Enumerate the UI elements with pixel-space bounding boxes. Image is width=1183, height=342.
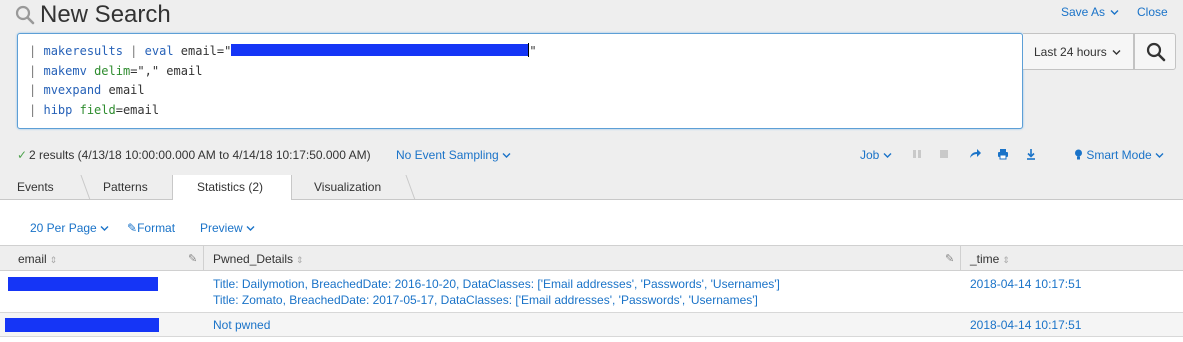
per-page-dropdown[interactable]: 20 Per Page xyxy=(30,221,109,235)
tab-divider xyxy=(80,175,91,200)
pipe-char: | xyxy=(29,102,37,117)
search-mode-label: Smart Mode xyxy=(1086,148,1152,162)
format-label: Format xyxy=(137,221,176,235)
print-icon[interactable] xyxy=(996,147,1010,161)
tab-divider xyxy=(405,175,416,200)
chevron-down-icon xyxy=(883,153,892,158)
lightbulb-icon xyxy=(1075,149,1082,160)
sort-icon: ⇕ xyxy=(1002,255,1010,265)
pipe-char: | xyxy=(29,83,37,97)
chevron-down-icon xyxy=(100,226,109,231)
share-icon[interactable] xyxy=(968,147,982,161)
event-sampling-dropdown[interactable]: No Event Sampling xyxy=(396,148,511,162)
export-icon[interactable] xyxy=(1024,147,1038,161)
column-label: email xyxy=(18,252,47,266)
pipe-char: | xyxy=(29,44,37,58)
job-menu[interactable]: Job xyxy=(860,148,892,162)
arg-delim: delim xyxy=(94,63,131,78)
magnifier-icon xyxy=(15,5,35,25)
pwned-details-value[interactable]: Title: Dailymotion, BreachedDate: 2016-1… xyxy=(213,277,780,291)
time-value[interactable]: 2018-04-14 10:17:51 xyxy=(970,277,1081,291)
close-button[interactable]: Close xyxy=(1137,5,1168,19)
redacted-email-cell[interactable] xyxy=(8,277,158,291)
command-hibp: hibp xyxy=(43,102,73,117)
pencil-icon[interactable]: ✎ xyxy=(945,252,954,265)
per-page-label: 20 Per Page xyxy=(30,221,97,235)
checkmark-icon: ✓ xyxy=(17,148,28,162)
pencil-icon: ✎ xyxy=(127,221,138,235)
results-summary: 2 results (4/13/18 10:00:00.000 AM to 4/… xyxy=(29,148,371,162)
arg-field: field xyxy=(79,102,116,117)
tab-statistics[interactable]: Statistics (2) xyxy=(197,175,263,200)
column-header-pwned-details[interactable]: Pwned_Details ⇕ xyxy=(204,246,961,272)
command-eval: eval xyxy=(144,44,174,58)
column-header-time[interactable]: _time ⇕ xyxy=(961,246,1183,272)
preview-dropdown[interactable]: Preview xyxy=(200,221,255,235)
job-label: Job xyxy=(860,148,880,162)
table-header: email ⇕ ✎ Pwned_Details ⇕ ✎ _time ⇕ xyxy=(0,245,1183,272)
time-range-label: Last 24 hours xyxy=(1034,45,1107,59)
redacted-email xyxy=(231,44,529,56)
redacted-email-cell[interactable] xyxy=(5,318,159,332)
result-tabs: Events Patterns Statistics (2) Visualiza… xyxy=(0,175,1183,201)
pause-icon[interactable] xyxy=(910,147,924,161)
title-bar: New Search Save As Close xyxy=(0,0,1183,30)
search-submit-button[interactable] xyxy=(1134,33,1176,70)
sort-icon: ⇕ xyxy=(296,255,304,265)
eval-close-quote: " xyxy=(529,44,537,58)
time-value[interactable]: 2018-04-14 10:17:51 xyxy=(970,318,1081,332)
save-as-button[interactable]: Save As xyxy=(1061,5,1119,19)
column-label: _time xyxy=(970,252,1000,266)
query-text[interactable]: | makeresults | eval email=" " | makemv d… xyxy=(29,42,537,120)
table-row: Title: Dailymotion, BreachedDate: 2016-1… xyxy=(0,271,1183,313)
search-icon xyxy=(1146,42,1166,62)
pwned-details-value[interactable]: Not pwned xyxy=(213,318,270,332)
chevron-down-icon xyxy=(246,226,255,231)
page-title: New Search xyxy=(40,1,171,28)
event-sampling-label: No Event Sampling xyxy=(396,148,499,162)
tab-patterns[interactable]: Patterns xyxy=(103,175,148,200)
column-header-email[interactable]: email ⇕ xyxy=(0,246,204,272)
pencil-icon[interactable]: ✎ xyxy=(188,252,197,265)
eval-args: email=" xyxy=(173,44,232,58)
stop-icon[interactable] xyxy=(937,147,951,161)
chevron-down-icon xyxy=(1155,153,1164,158)
format-button[interactable]: ✎Format xyxy=(127,221,175,235)
pipe-separator: | xyxy=(122,44,145,58)
time-range-picker[interactable]: Last 24 hours xyxy=(1023,33,1134,70)
table-row: Not pwned 2018-04-14 10:17:51 xyxy=(0,313,1183,337)
chevron-down-icon xyxy=(1110,10,1119,15)
makemv-rest: ="," email xyxy=(130,63,203,78)
command-makemv: makemv xyxy=(43,63,87,78)
job-status-bar: ✓ 2 results (4/13/18 10:00:00.000 AM to … xyxy=(0,145,1183,165)
pwned-details-value[interactable]: Title: Zomato, BreachedDate: 2017-05-17,… xyxy=(213,293,758,307)
search-mode-dropdown[interactable]: Smart Mode xyxy=(1074,148,1164,162)
command-mvexpand: mvexpand xyxy=(43,83,102,97)
mvexpand-rest: email xyxy=(101,83,145,97)
column-label: Pwned_Details xyxy=(213,252,294,266)
tab-visualization[interactable]: Visualization xyxy=(314,175,381,200)
tab-events[interactable]: Events xyxy=(17,175,54,200)
search-query-editor[interactable]: | makeresults | eval email=" " | makemv d… xyxy=(17,33,1023,129)
pipe-char: | xyxy=(29,63,37,78)
preview-label: Preview xyxy=(200,221,243,235)
chevron-down-icon xyxy=(502,153,511,158)
command-makeresults: makeresults xyxy=(43,44,123,58)
save-as-label: Save As xyxy=(1061,5,1106,19)
sort-icon: ⇕ xyxy=(49,255,58,265)
statistics-panel: 20 Per Page ✎Format Preview email ⇕ ✎ Pwn… xyxy=(0,200,1183,342)
chevron-down-icon xyxy=(1112,50,1121,55)
hibp-rest: =email xyxy=(115,102,160,117)
